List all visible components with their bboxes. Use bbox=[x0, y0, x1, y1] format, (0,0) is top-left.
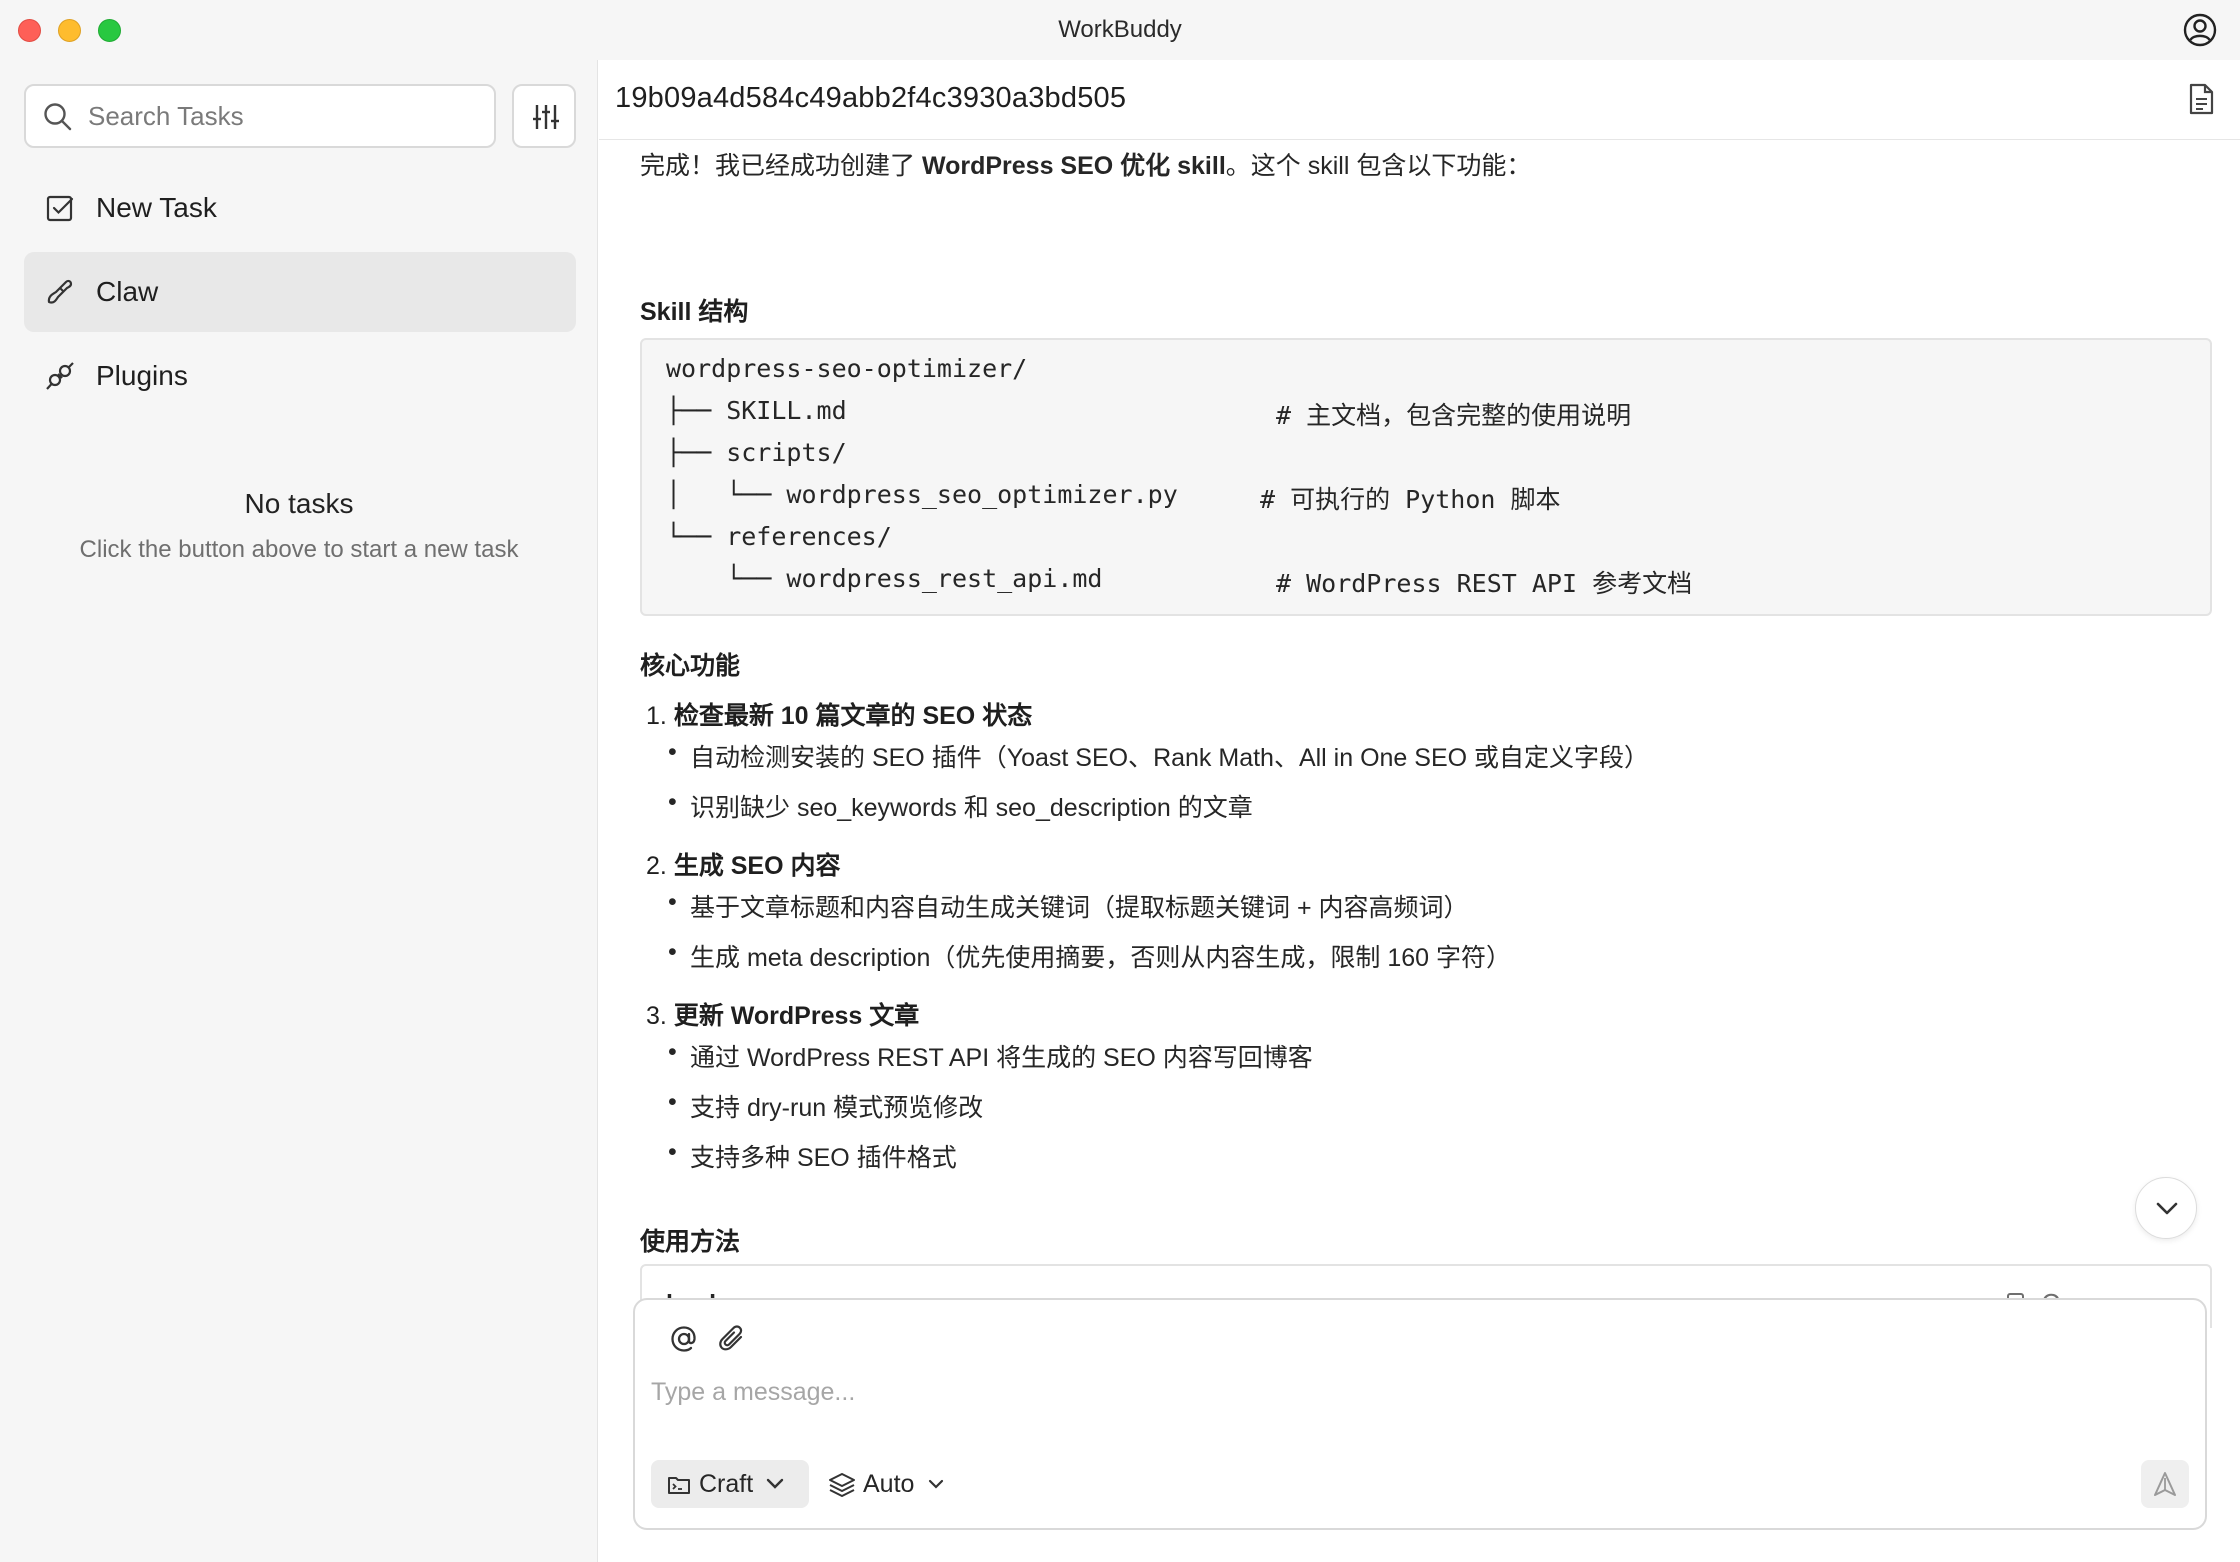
feature-bullet: 通过 WordPress REST API 将生成的 SEO 内容写回博客 bbox=[668, 1038, 1313, 1074]
feature-bullet: 支持多种 SEO 插件格式 bbox=[668, 1138, 957, 1174]
sidebar-item-label: New Task bbox=[96, 192, 217, 223]
usage-heading: 使用方法 bbox=[640, 1228, 741, 1256]
attachment-icon[interactable] bbox=[717, 1324, 747, 1354]
search-box[interactable] bbox=[24, 84, 496, 148]
sidebar-item-plugins[interactable]: Plugins bbox=[24, 336, 576, 416]
sidebar-item-label: Plugins bbox=[96, 360, 188, 391]
sliders-icon bbox=[533, 105, 559, 129]
terminal-folder-icon bbox=[668, 1477, 690, 1494]
structure-heading: Skill 结构 bbox=[640, 298, 749, 326]
model-selector-button[interactable]: Auto bbox=[823, 1460, 944, 1508]
title-bar: WorkBuddy bbox=[0, 0, 2240, 60]
intro-prefix: 完成！我已经成功创建了 bbox=[640, 152, 922, 180]
mode-selector-button[interactable]: Craft bbox=[651, 1460, 809, 1508]
task-id: 19b09a4d584c49abb2f4c3930a3bd505 bbox=[615, 82, 1127, 114]
feature-item: 1. 检查最新 10 篇文章的 SEO 状态 bbox=[646, 696, 1032, 732]
feature-bullet: 自动检测安装的 SEO 插件（Yoast SEO、Rank Math、All i… bbox=[668, 738, 1649, 774]
tree-line: │ └── wordpress_seo_optimizer.py bbox=[666, 480, 1178, 509]
account-icon[interactable] bbox=[2182, 12, 2218, 48]
tree-line: ├── scripts/ bbox=[666, 438, 847, 467]
plugin-icon bbox=[46, 362, 74, 390]
filter-button[interactable] bbox=[512, 84, 576, 148]
chevron-down-icon bbox=[766, 1478, 784, 1489]
chevron-down-icon bbox=[2156, 1202, 2178, 1215]
tree-line: └── references/ bbox=[666, 522, 892, 551]
mention-icon[interactable] bbox=[669, 1324, 699, 1354]
app-window: WorkBuddy Search Tasks New Task Claw Plu… bbox=[0, 0, 2240, 1562]
tree-line: └── wordpress_rest_api.md bbox=[666, 564, 1103, 593]
new-task-icon bbox=[46, 195, 74, 222]
tree-line: wordpress-seo-optimizer/ bbox=[666, 354, 1028, 383]
message-composer: Craft Auto bbox=[633, 1298, 2207, 1530]
tree-comment: # WordPress REST API 参考文档 bbox=[1276, 569, 1693, 598]
intro-suffix: 。这个 skill 包含以下功能： bbox=[1225, 152, 1532, 180]
feature-number: 2. bbox=[646, 852, 667, 880]
structure-code-block: wordpress-seo-optimizer/ ├── SKILL.md # … bbox=[640, 338, 2212, 616]
sidebar: New Task Claw Plugins No tasks Click the… bbox=[0, 60, 598, 1562]
feature-bullet: 识别缺少 seo_keywords 和 seo_description 的文章 bbox=[668, 788, 1253, 824]
tree-comment: # 主文档，包含完整的使用说明 bbox=[1276, 401, 1632, 430]
feature-bullet: 支持 dry-run 模式预览修改 bbox=[668, 1088, 983, 1124]
scroll-to-bottom-button[interactable] bbox=[2135, 1177, 2197, 1239]
sidebar-item-claw[interactable]: Claw bbox=[24, 252, 576, 332]
claw-icon bbox=[47, 279, 73, 304]
empty-state-title: No tasks bbox=[244, 488, 354, 519]
tree-line: ├── SKILL.md bbox=[666, 396, 847, 425]
feature-bullet: 生成 meta description（优先使用摘要，否则从内容生成，限制 16… bbox=[668, 938, 1511, 974]
window-title: WorkBuddy bbox=[1058, 16, 1182, 43]
sidebar-item-new-task[interactable]: New Task bbox=[24, 168, 576, 248]
feature-item: 3. 更新 WordPress 文章 bbox=[646, 996, 919, 1032]
document-icon[interactable] bbox=[2186, 82, 2216, 116]
intro-bold: WordPress SEO 优化 skill bbox=[921, 152, 1226, 180]
send-icon bbox=[2154, 1472, 2176, 1496]
feature-item: 2. 生成 SEO 内容 bbox=[646, 846, 841, 882]
empty-state-subtitle: Click the button above to start a new ta… bbox=[79, 536, 519, 563]
layers-icon bbox=[829, 1473, 855, 1497]
feature-bullet: 基于文章标题和内容自动生成关键词（提取标题关键词 + 内容高频词） bbox=[668, 888, 1468, 924]
message-input[interactable] bbox=[651, 1370, 2171, 1414]
feature-number: 1. bbox=[646, 702, 667, 730]
feature-title: 检查最新 10 篇文章的 SEO 状态 bbox=[673, 702, 1033, 730]
task-header: 19b09a4d584c49abb2f4c3930a3bd505 bbox=[599, 60, 2240, 140]
search-input[interactable] bbox=[88, 96, 478, 136]
search-icon bbox=[44, 103, 72, 131]
message-content: 完成！我已经成功创建了 WordPress SEO 优化 skill。这个 sk… bbox=[640, 140, 2220, 1328]
sidebar-item-label: Claw bbox=[96, 276, 159, 307]
main-panel: 19b09a4d584c49abb2f4c3930a3bd505 完成！我已经成… bbox=[599, 60, 2240, 1562]
chevron-down-icon bbox=[928, 1479, 944, 1489]
intro-paragraph: 完成！我已经成功创建了 WordPress SEO 优化 skill。这个 sk… bbox=[640, 146, 1531, 182]
tree-comment: # 可执行的 Python 脚本 bbox=[1260, 485, 1561, 514]
mode-label: Craft bbox=[699, 1470, 754, 1498]
features-heading: 核心功能 bbox=[640, 652, 741, 680]
send-button[interactable] bbox=[2141, 1460, 2189, 1508]
feature-number: 3. bbox=[646, 1002, 667, 1030]
model-label: Auto bbox=[863, 1470, 915, 1498]
feature-title: 生成 SEO 内容 bbox=[673, 852, 841, 880]
feature-title: 更新 WordPress 文章 bbox=[673, 1002, 920, 1030]
